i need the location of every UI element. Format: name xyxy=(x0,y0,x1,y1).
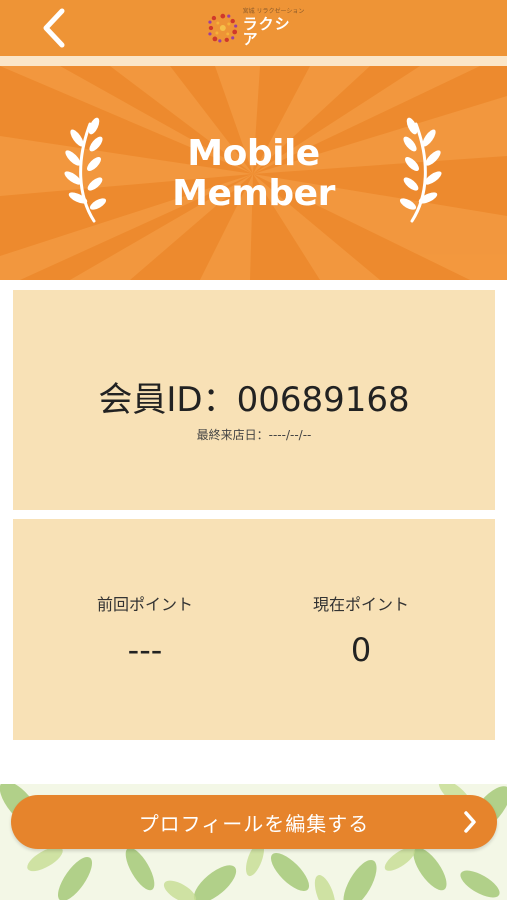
previous-points-label: 前回ポイント xyxy=(96,595,193,614)
chevron-right-icon xyxy=(464,811,476,833)
app-logo: 宮城 リラクゼーション ラクシア xyxy=(206,8,306,48)
member-id: 会員ID：00689168 xyxy=(98,380,410,420)
header-divider xyxy=(0,56,507,66)
edit-profile-label: プロフィールを編集する xyxy=(138,811,370,836)
points-card: 前回ポイント --- 現在ポイント 0 xyxy=(13,519,495,740)
back-button[interactable] xyxy=(32,4,76,52)
previous-points: 前回ポイント --- xyxy=(35,591,255,669)
laurel-right-icon xyxy=(399,117,442,223)
last-visit-date: 最終来店日：----/--/-- xyxy=(196,428,312,442)
top-bar: 宮城 リラクゼーション ラクシア xyxy=(0,0,507,56)
current-points-label: 現在ポイント xyxy=(312,595,409,614)
logo-name: ラクシア xyxy=(242,15,291,48)
member-id-card: 会員ID：00689168 最終来店日：----/--/-- xyxy=(13,290,495,510)
logo-mark-icon xyxy=(208,13,238,43)
current-points: 現在ポイント 0 xyxy=(251,591,471,669)
previous-points-value: --- xyxy=(127,631,163,669)
current-points-value: 0 xyxy=(350,631,372,669)
edit-profile-button[interactable]: プロフィールを編集する xyxy=(11,795,497,849)
mobile-member-banner: Mobile Member xyxy=(0,66,507,280)
chevron-left-icon xyxy=(43,8,65,48)
